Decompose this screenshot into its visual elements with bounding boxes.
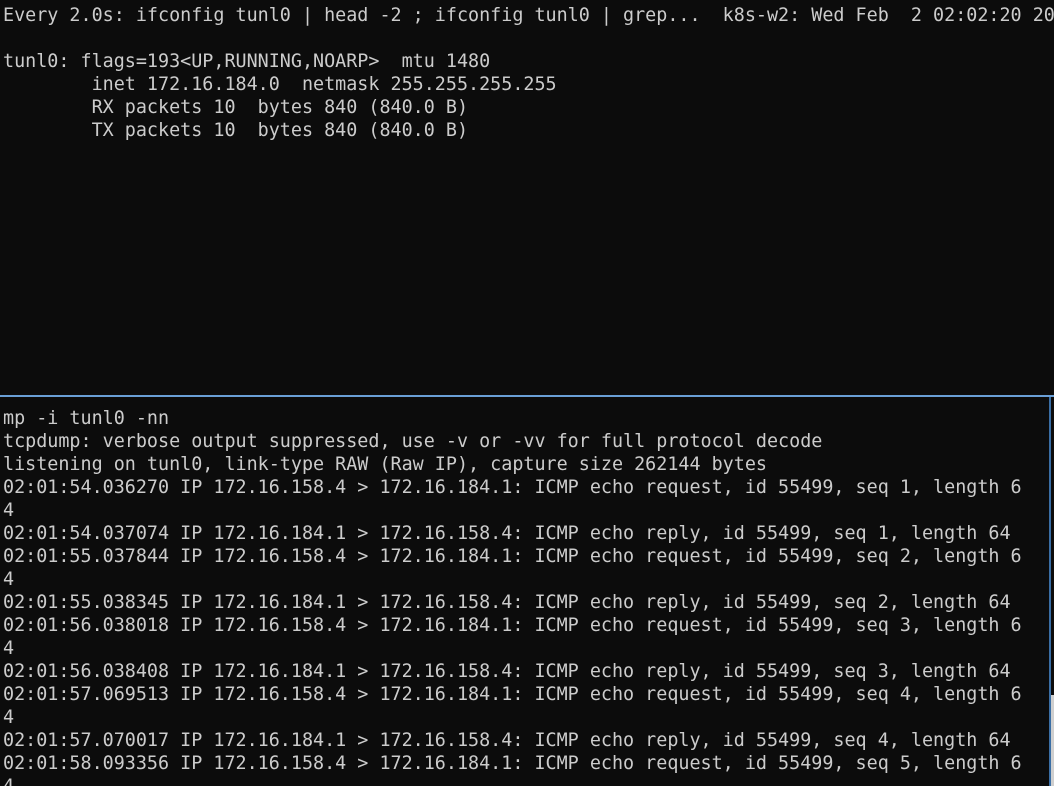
watch-header-line: Every 2.0s: ifconfig tunl0 | head -2 ; i… <box>3 5 1054 26</box>
packet-line: 02:01:54.037074 IP 172.16.184.1 > 172.16… <box>3 523 1011 544</box>
command-line: mp -i tunl0 -nn <box>3 408 170 429</box>
packet-line: 02:01:54.036270 IP 172.16.158.4 > 172.16… <box>3 477 1022 498</box>
packet-line-wrap: 4 <box>3 569 15 590</box>
watch-output-pane[interactable]: Every 2.0s: ifconfig tunl0 | head -2 ; i… <box>0 0 1054 395</box>
watch-output-lines: Every 2.0s: ifconfig tunl0 | head -2 ; i… <box>3 4 1054 142</box>
packet-line: 02:01:57.070017 IP 172.16.184.1 > 172.16… <box>3 730 1011 751</box>
tcpdump-listening-line: listening on tunl0, link-type RAW (Raw I… <box>3 454 767 475</box>
packet-line-wrap: 4 <box>3 638 15 659</box>
ifconfig-rx-line: RX packets 10 bytes 840 (840.0 B) <box>3 97 469 118</box>
packet-line-wrap: 4 <box>3 775 1022 786</box>
tcpdump-output-pane[interactable]: mp -i tunl0 -nn tcpdump: verbose output … <box>0 397 1051 786</box>
packet-line: 02:01:56.038408 IP 172.16.184.1 > 172.16… <box>3 661 1011 682</box>
tcpdump-output-lines: mp -i tunl0 -nn tcpdump: verbose output … <box>3 407 1022 786</box>
ifconfig-flags-line: tunl0: flags=193<UP,RUNNING,NOARP> mtu 1… <box>3 51 491 72</box>
packet-line-wrap: 4 <box>3 500 15 521</box>
packet-line: 02:01:57.069513 IP 172.16.158.4 > 172.16… <box>3 684 1022 705</box>
packet-line-wrap: 4 <box>3 707 15 728</box>
ifconfig-inet-line: inet 172.16.184.0 netmask 255.255.255.25… <box>3 74 557 95</box>
packet-line: 02:01:56.038018 IP 172.16.158.4 > 172.16… <box>3 615 1022 636</box>
packet-line: 02:01:55.038345 IP 172.16.184.1 > 172.16… <box>3 592 1011 613</box>
ifconfig-tx-line: TX packets 10 bytes 840 (840.0 B) <box>3 120 469 141</box>
tcpdump-info-line: tcpdump: verbose output suppressed, use … <box>3 431 823 452</box>
packet-line: 02:01:58.093356 IP 172.16.158.4 > 172.16… <box>3 753 1022 774</box>
packet-line: 02:01:55.037844 IP 172.16.158.4 > 172.16… <box>3 546 1022 567</box>
